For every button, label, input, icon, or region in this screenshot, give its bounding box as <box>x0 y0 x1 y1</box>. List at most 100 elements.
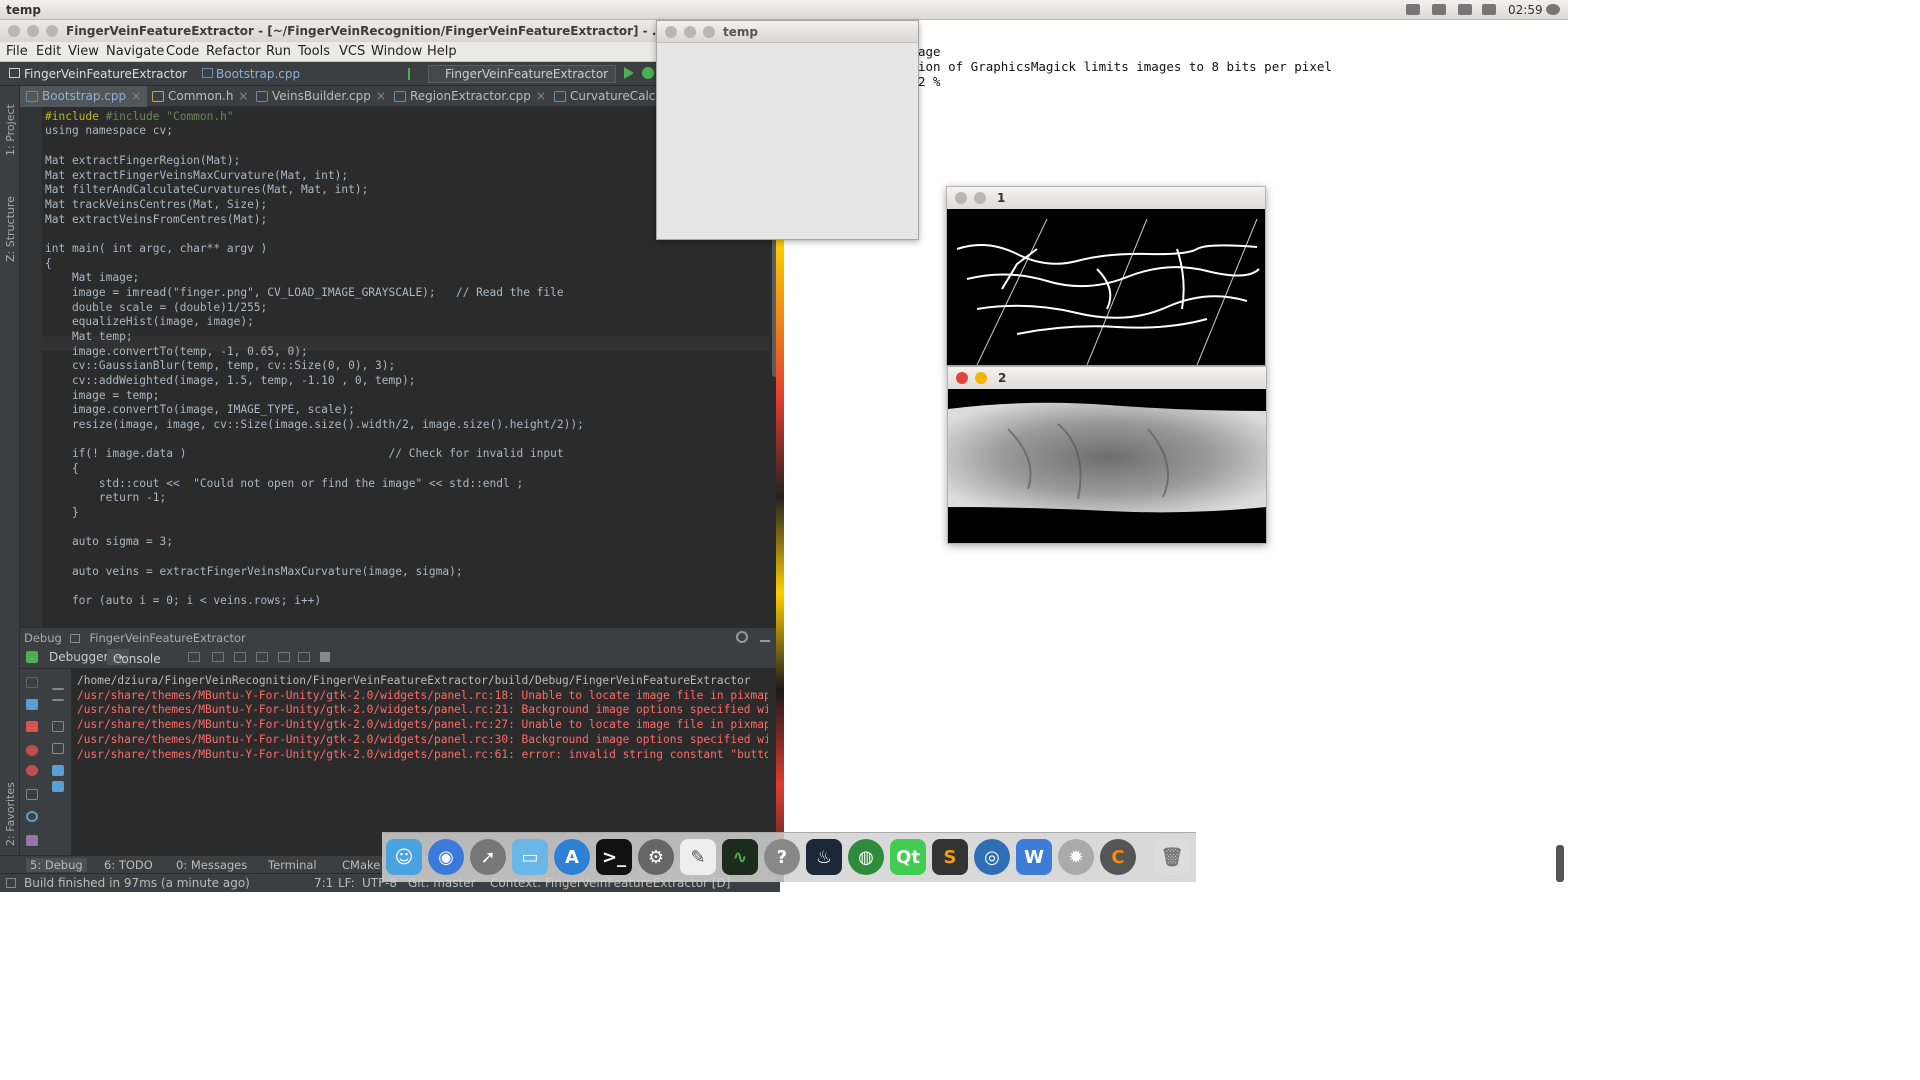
tab-veinsbuilder-cpp[interactable]: VeinsBuilder.cpp × <box>250 86 392 107</box>
project-tool-button[interactable]: 1: Project <box>4 104 17 156</box>
tool-window-cmake[interactable]: CMake <box>342 858 380 872</box>
temp-window-title-bar[interactable]: temp <box>657 21 918 43</box>
code-line[interactable]: for (auto i = 0; i < veins.rows; i++) <box>45 594 321 608</box>
run-configuration-select[interactable]: FingerVeinFeatureExtractor <box>428 65 616 83</box>
code-line[interactable]: image = imread("finger.png", CV_LOAD_IMA… <box>45 286 564 300</box>
clion-icon[interactable]: C <box>1100 839 1136 875</box>
line-separator[interactable]: LF: <box>338 876 355 890</box>
code-line[interactable]: Mat temp; <box>45 330 133 344</box>
code-line[interactable]: return -1; <box>45 491 166 505</box>
minimize-window-button[interactable] <box>974 192 986 204</box>
qt-creator-icon[interactable]: Qt <box>890 839 926 875</box>
tool-window-messages[interactable]: 0: Messages <box>176 858 247 872</box>
menu-help[interactable]: Help <box>427 44 457 59</box>
code-line[interactable]: { <box>45 257 52 271</box>
code-line[interactable]: auto veins = extractFingerVeinsMaxCurvat… <box>45 565 463 579</box>
mute-breakpoints-icon[interactable] <box>26 765 38 776</box>
code-line[interactable]: auto sigma = 3; <box>45 535 173 549</box>
code-line[interactable]: int main( int argc, char** argv ) <box>45 242 267 256</box>
code-line[interactable]: cv::addWeighted(image, 1.5, temp, -1.10 … <box>45 374 416 388</box>
code-line[interactable]: Mat filterAndCalculateCurvatures(Mat, Ma… <box>45 183 368 197</box>
gear-icon[interactable] <box>736 631 748 643</box>
minimize-window-button[interactable] <box>684 26 696 38</box>
code-line[interactable]: Mat extractFingerVeinsMaxCurvature(Mat, … <box>45 169 348 183</box>
tool-window-terminal[interactable]: Terminal <box>268 858 317 872</box>
power-icon[interactable] <box>1546 4 1560 15</box>
code-line[interactable]: Mat image; <box>45 271 139 285</box>
network-globe-icon[interactable]: ◎ <box>974 839 1010 875</box>
stop-icon[interactable] <box>26 721 38 732</box>
tab-bootstrap-cpp[interactable]: Bootstrap.cpp × <box>20 86 148 107</box>
image-window-2-title-bar[interactable]: 2 <box>948 367 1266 389</box>
code-line[interactable]: Mat trackVeinsCentres(Mat, Size); <box>45 198 267 212</box>
pin-icon[interactable] <box>26 835 38 846</box>
globe-icon[interactable]: ◍ <box>848 839 884 875</box>
menu-view[interactable]: View <box>68 44 99 59</box>
run-icon[interactable] <box>624 67 634 79</box>
build-icon[interactable] <box>408 68 418 80</box>
network-icon[interactable] <box>1432 4 1446 15</box>
code-line[interactable]: image.convertTo(temp, -1, 0.65, 0); <box>45 345 308 359</box>
step-into-icon[interactable] <box>234 652 246 662</box>
tab-common-h[interactable]: Common.h × <box>146 86 255 107</box>
keyboard-icon[interactable] <box>1406 4 1420 15</box>
steam-icon[interactable]: ♨ <box>806 839 842 875</box>
menu-navigate[interactable]: Navigate <box>106 44 164 59</box>
close-tab-icon[interactable]: × <box>131 89 141 103</box>
trash-icon[interactable]: 🗑 <box>1154 839 1190 875</box>
close-tab-icon[interactable]: × <box>376 89 386 103</box>
tool-window-debug[interactable]: 5: Debug <box>26 858 87 872</box>
tab-debugger[interactable]: Debugger <box>49 650 108 664</box>
breadcrumb-project[interactable]: FingerVeinFeatureExtractor <box>24 67 187 81</box>
code-line[interactable]: Mat extractFingerRegion(Mat); <box>45 154 240 168</box>
run-to-cursor-icon[interactable] <box>298 652 310 662</box>
app-store-icon[interactable]: A <box>554 839 590 875</box>
menu-code[interactable]: Code <box>166 44 199 59</box>
temp-window[interactable]: temp <box>656 20 919 240</box>
image-window-1-title-bar[interactable]: 1 <box>947 187 1265 209</box>
structure-tool-button[interactable]: Z: Structure <box>4 196 17 262</box>
code-line[interactable]: { <box>45 462 79 476</box>
close-tab-icon[interactable]: × <box>536 89 546 103</box>
close-window-button[interactable] <box>956 372 968 384</box>
chrome-icon[interactable]: ◉ <box>428 839 464 875</box>
launchpad-icon[interactable]: ➚ <box>470 839 506 875</box>
system-preferences-icon[interactable]: ⚙ <box>638 839 674 875</box>
evaluate-expression-icon[interactable] <box>320 652 330 662</box>
debug-console[interactable]: /home/dziura/FingerVeinRecognition/Finge… <box>72 669 768 855</box>
code-line[interactable]: #include #include "Common.h" <box>45 110 234 124</box>
menu-refactor[interactable]: Refactor <box>206 44 261 59</box>
menu-vcs[interactable]: VCS <box>339 44 365 59</box>
menu-run[interactable]: Run <box>266 44 291 59</box>
code-line[interactable]: resize(image, image, cv::Size(image.size… <box>45 418 584 432</box>
volume-icon[interactable] <box>1482 4 1496 15</box>
status-toggle-icon[interactable] <box>6 878 16 888</box>
close-window-button[interactable] <box>955 192 967 204</box>
close-tab-icon[interactable]: × <box>238 89 248 103</box>
text-editor-icon[interactable]: ✎ <box>680 839 716 875</box>
show-execution-point-icon[interactable] <box>188 652 200 662</box>
image-window-2[interactable]: 2 <box>947 366 1267 544</box>
tool-window-todo[interactable]: 6: TODO <box>104 858 153 872</box>
minimize-window-button[interactable] <box>27 25 39 37</box>
scroll-to-end-icon[interactable] <box>52 743 64 754</box>
up-arrow-icon[interactable] <box>52 679 64 690</box>
clear-all-icon[interactable] <box>52 781 64 792</box>
print-icon[interactable] <box>52 765 64 776</box>
step-over-icon[interactable] <box>212 652 224 662</box>
step-out-icon[interactable] <box>278 652 290 662</box>
code-line[interactable]: if(! image.data ) // Check for invalid i… <box>45 447 564 461</box>
code-line[interactable]: double scale = (double)1/255; <box>45 301 267 315</box>
terminal-scrollbar[interactable] <box>1556 845 1564 882</box>
clock[interactable]: 02:59 <box>1508 3 1543 17</box>
close-window-button[interactable] <box>8 25 20 37</box>
hide-panel-icon[interactable] <box>760 632 770 642</box>
tab-curvaturecalculator[interactable]: CurvatureCalcu <box>548 86 669 107</box>
code-line[interactable]: image = temp; <box>45 389 160 403</box>
sublime-text-icon[interactable]: S <box>932 839 968 875</box>
settings-icon[interactable] <box>26 811 38 822</box>
layout-icon[interactable] <box>26 789 38 800</box>
debug-icon[interactable] <box>642 67 654 79</box>
language-icon[interactable] <box>1458 4 1472 15</box>
help-icon[interactable]: ? <box>764 839 800 875</box>
